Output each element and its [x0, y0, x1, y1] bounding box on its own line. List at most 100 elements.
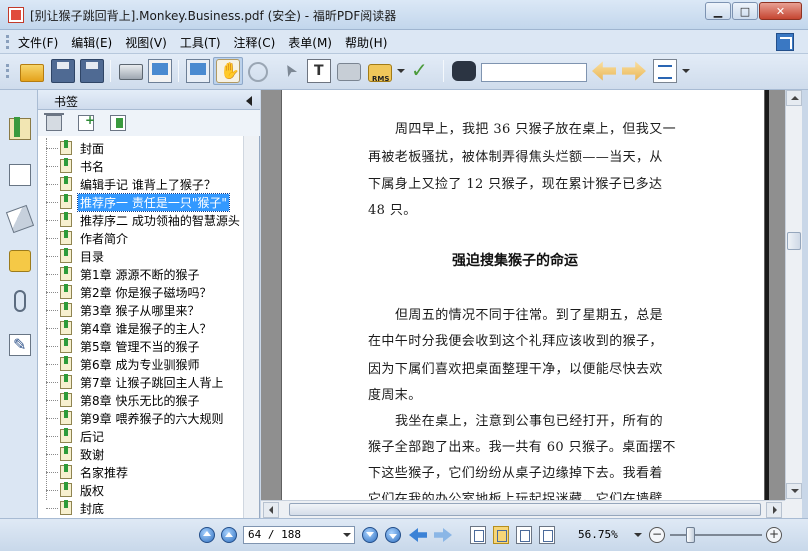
- close-button[interactable]: ✕: [759, 2, 802, 20]
- bookmark-item-selected[interactable]: 推荐序一 责任是一只"猴子": [38, 193, 244, 212]
- bookmark-item[interactable]: 第1章 源源不断的猴子: [38, 265, 244, 283]
- bookmark-item[interactable]: 书名: [38, 157, 244, 175]
- zoom-slider-thumb[interactable]: [686, 527, 695, 543]
- go-forward-icon[interactable]: [434, 528, 452, 542]
- bookmark-item[interactable]: 第6章 成为专业驯猴师: [38, 355, 244, 373]
- delete-bookmark-icon[interactable]: [44, 113, 64, 131]
- bookmark-item[interactable]: 第4章 谁是猴子的主人？: [38, 319, 244, 337]
- scroll-right-button[interactable]: [766, 502, 782, 518]
- continuous-view-icon[interactable]: [493, 526, 509, 544]
- page-text-line: 因为下属们喜欢把桌面整理干净，以便能尽快去欢: [368, 362, 663, 377]
- horizontal-scroll-thumb[interactable]: [289, 503, 761, 516]
- maximize-button[interactable]: □: [732, 2, 758, 20]
- bookmark-item[interactable]: 第3章 猴子从哪里来？: [38, 301, 244, 319]
- bookmark-item[interactable]: 目录: [38, 247, 244, 265]
- bookmark-item[interactable]: 编辑手记 谁背上了猴子？: [38, 175, 244, 193]
- bookmark-label: 书名: [80, 160, 105, 174]
- minimize-button[interactable]: ▁: [705, 2, 731, 20]
- sign-check-icon[interactable]: [408, 58, 432, 83]
- bookmark-label: 作者简介: [80, 232, 129, 246]
- bookmark-label: 第8章 快乐无比的猴子: [80, 394, 200, 408]
- menu-tools[interactable]: 工具(T): [180, 34, 221, 51]
- bookmark-item[interactable]: 第2章 你是猴子磁场吗？: [38, 283, 244, 301]
- zoom-out-icon[interactable]: −: [649, 527, 665, 543]
- loupe-icon[interactable]: [248, 62, 268, 82]
- scroll-down-button[interactable]: [786, 483, 802, 499]
- bookmark-icon: [60, 356, 72, 371]
- bookmark-panel-title: 书签: [54, 95, 79, 109]
- horizontal-scrollbar[interactable]: [261, 500, 785, 518]
- select-arrow-icon[interactable]: [277, 59, 301, 83]
- bookmark-item[interactable]: 第5章 管理不当的猴子: [38, 337, 244, 355]
- bookmark-scrollbar[interactable]: [243, 136, 259, 518]
- select-text-icon[interactable]: [307, 59, 331, 83]
- fullscreen-icon[interactable]: [186, 59, 210, 83]
- hand-tool-icon[interactable]: [216, 59, 240, 83]
- find-binoculars-icon[interactable]: [452, 61, 476, 81]
- signatures-panel-icon[interactable]: [9, 334, 31, 356]
- bookmark-item[interactable]: 推荐序二 成功领袖的智慧源头: [38, 211, 244, 229]
- rms-dropdown-caret[interactable]: [397, 69, 405, 73]
- first-page-icon[interactable]: [199, 527, 215, 543]
- bookmark-item[interactable]: 第8章 快乐无比的猴子: [38, 391, 244, 409]
- menu-form[interactable]: 表单(M): [288, 34, 332, 51]
- previous-page-icon[interactable]: [221, 527, 237, 543]
- email-icon[interactable]: [148, 59, 172, 83]
- bookmark-label: 第6章 成为专业驯猴师: [80, 358, 200, 372]
- facing-view-icon[interactable]: [516, 526, 532, 544]
- go-back-icon[interactable]: [409, 528, 427, 542]
- page-layout-dropdown-caret[interactable]: [682, 69, 690, 73]
- tree-connector: [46, 328, 58, 329]
- zoom-slider-track[interactable]: [670, 534, 762, 536]
- bookmark-item[interactable]: 版权: [38, 481, 244, 499]
- bookmark-item[interactable]: 后记: [38, 427, 244, 445]
- restore-layout-icon[interactable]: [776, 33, 794, 51]
- find-previous-icon[interactable]: [592, 61, 616, 81]
- pages-panel-icon[interactable]: [9, 164, 31, 186]
- single-page-view-icon[interactable]: [470, 526, 486, 544]
- open-folder-icon[interactable]: [20, 64, 44, 82]
- collapse-panel-icon[interactable]: [246, 96, 252, 106]
- bookmark-item[interactable]: 第7章 让猴子跳回主人背上: [38, 373, 244, 391]
- bookmark-icon: [60, 392, 72, 407]
- bookmark-icon: [60, 212, 72, 227]
- bookmark-item[interactable]: 封底: [38, 499, 244, 517]
- bookmark-item[interactable]: 作者简介: [38, 229, 244, 247]
- find-next-icon[interactable]: [622, 61, 646, 81]
- page-number-field[interactable]: 64 / 188: [243, 526, 355, 544]
- add-bookmark-icon[interactable]: [78, 113, 95, 131]
- scroll-left-button[interactable]: [263, 502, 279, 518]
- page-text-line: 在中午时分我便会收到这个礼拜应该收到的猴子，: [368, 334, 663, 349]
- bookmark-item[interactable]: 名家推荐: [38, 463, 244, 481]
- comments-panel-icon[interactable]: [9, 250, 31, 272]
- snapshot-icon[interactable]: [337, 63, 361, 81]
- layers-panel-icon[interactable]: [5, 204, 35, 234]
- bookmark-item[interactable]: 封面: [38, 139, 244, 157]
- print-icon[interactable]: [119, 64, 143, 80]
- attachments-panel-icon[interactable]: [14, 290, 26, 312]
- zoom-in-icon[interactable]: +: [766, 527, 782, 543]
- scroll-up-button[interactable]: [786, 90, 802, 106]
- save-as-icon[interactable]: [80, 59, 104, 83]
- last-page-icon[interactable]: [385, 527, 401, 543]
- bookmark-item[interactable]: 致谢: [38, 445, 244, 463]
- menu-edit[interactable]: 编辑(E): [71, 34, 112, 51]
- menu-view[interactable]: 视图(V): [125, 34, 167, 51]
- vertical-scroll-thumb[interactable]: [787, 232, 801, 250]
- set-bookmark-destination-icon[interactable]: [110, 115, 126, 131]
- bookmarks-panel-icon[interactable]: [9, 117, 31, 140]
- save-icon[interactable]: [51, 59, 75, 83]
- vertical-scrollbar[interactable]: [785, 90, 802, 500]
- menu-comment[interactable]: 注释(C): [234, 34, 276, 51]
- zoom-level[interactable]: 56.75%: [578, 528, 618, 541]
- continuous-facing-view-icon[interactable]: [539, 526, 555, 544]
- document-view[interactable]: 周四早上，我把 36 只猴子放在桌上，但我又一 再被老板骚扰，被体制弄得焦头烂额…: [261, 90, 785, 500]
- page-dropdown-caret[interactable]: [343, 533, 351, 537]
- bookmark-item[interactable]: 第9章 喂养猴子的六大规则: [38, 409, 244, 427]
- menu-file[interactable]: 文件(F): [18, 34, 58, 51]
- menu-help[interactable]: 帮助(H): [345, 34, 387, 51]
- page-layout-icon[interactable]: [653, 59, 677, 83]
- zoom-dropdown-caret[interactable]: [634, 533, 642, 537]
- search-input[interactable]: [481, 63, 587, 82]
- next-page-icon[interactable]: [362, 527, 378, 543]
